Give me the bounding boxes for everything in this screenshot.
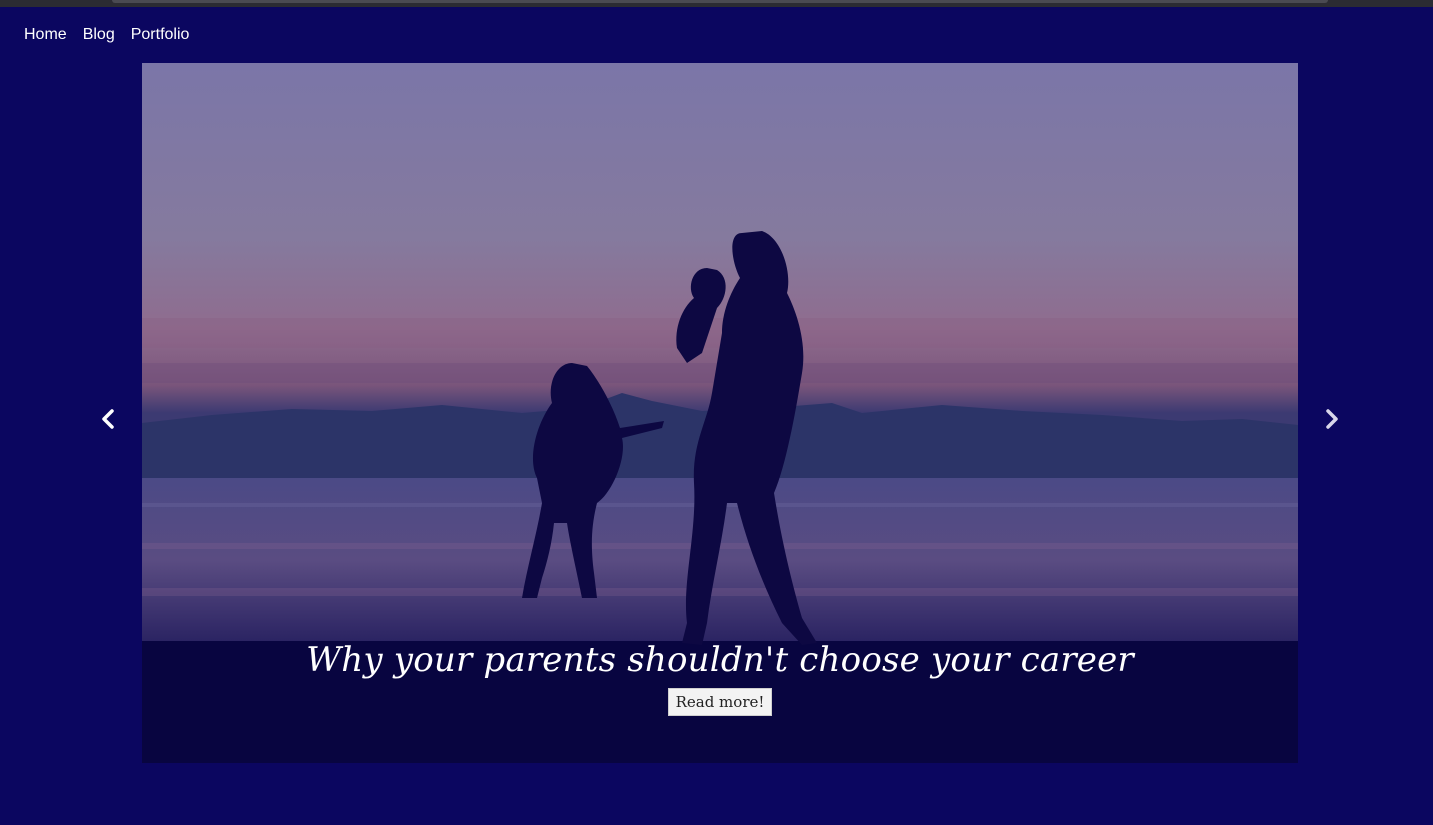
carousel-next-button[interactable] bbox=[1318, 405, 1346, 433]
nav-link-blog[interactable]: Blog bbox=[83, 26, 115, 44]
carousel-prev-button[interactable] bbox=[94, 405, 122, 433]
nav-link-home[interactable]: Home bbox=[24, 26, 67, 44]
chevron-left-icon bbox=[102, 409, 114, 429]
slide-caption: Why your parents shouldn't choose your c… bbox=[142, 640, 1298, 716]
read-more-button[interactable]: Read more! bbox=[667, 688, 773, 716]
main-nav: Home Blog Portfolio bbox=[24, 26, 189, 44]
slide-title: Why your parents shouldn't choose your c… bbox=[306, 640, 1134, 680]
browser-address-strip bbox=[112, 0, 1328, 3]
nav-link-portfolio[interactable]: Portfolio bbox=[131, 26, 190, 44]
browser-top-edge bbox=[0, 0, 1433, 7]
chevron-right-icon bbox=[1326, 409, 1338, 429]
